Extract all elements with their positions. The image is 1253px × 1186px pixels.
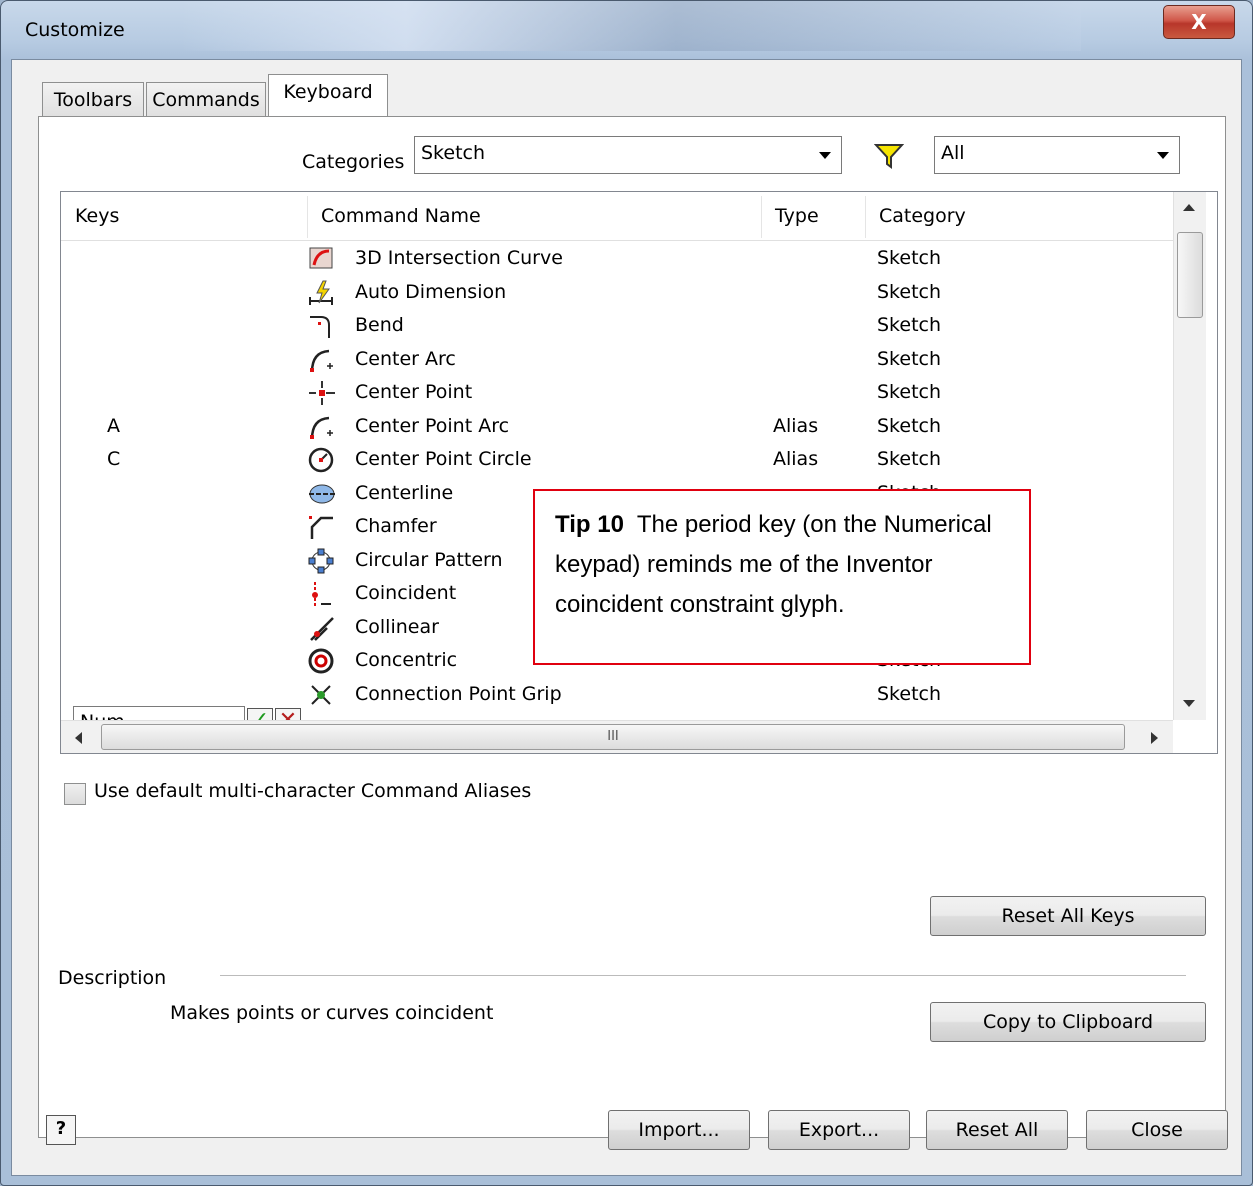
column-header-category[interactable]: Category	[879, 205, 966, 227]
vertical-scroll-thumb[interactable]	[1177, 232, 1203, 318]
copy-to-clipboard-button[interactable]: Copy to Clipboard	[930, 1002, 1206, 1042]
title-glass	[181, 1, 1081, 51]
scroll-left-icon[interactable]	[75, 732, 82, 744]
row-category: Sketch	[877, 414, 942, 437]
tab-keyboard[interactable]: Keyboard	[268, 74, 388, 116]
row-command-name: Coincident	[355, 582, 457, 604]
row-type: Alias	[773, 448, 819, 470]
description-divider	[220, 975, 1186, 976]
row-category: Sketch	[877, 247, 942, 269]
bend-icon	[310, 316, 330, 338]
table-row[interactable]: Auto Dimension Sketch	[61, 277, 1173, 310]
chevron-down-icon	[819, 152, 831, 159]
export-button[interactable]: Export...	[768, 1110, 910, 1150]
table-row[interactable]: C Center Point Circle Alias Sketch	[61, 444, 1173, 477]
row-category: Sketch	[877, 280, 942, 303]
row-command-name: Center Point	[355, 381, 473, 403]
list-header: Keys Command Name Type Category	[61, 192, 1173, 241]
funnel-icon	[874, 144, 904, 169]
table-row[interactable]: Center Arc Sketch	[61, 344, 1173, 377]
row-key: A	[107, 414, 120, 437]
table-row[interactable]: A Center Point Arc Alias Sketch	[61, 411, 1173, 444]
center-point-circle-icon	[308, 447, 334, 473]
row-key: C	[107, 448, 121, 470]
center-point-arc-icon	[310, 416, 333, 439]
centerline-icon	[309, 484, 335, 503]
column-header-command[interactable]: Command Name	[321, 205, 481, 227]
collinear-icon	[310, 616, 334, 641]
categories-dropdown[interactable]: Sketch	[414, 136, 842, 174]
table-row[interactable]: Bend Sketch	[61, 310, 1173, 343]
description-label: Description	[58, 967, 167, 989]
tab-toolbars[interactable]: Toolbars	[42, 82, 144, 116]
row-command-name: Collinear	[355, 615, 439, 638]
close-window-button[interactable]: X	[1163, 5, 1235, 39]
categories-label: Categories	[302, 151, 405, 173]
categories-value: Sketch	[421, 142, 486, 164]
center-arc-icon	[310, 349, 333, 372]
auto-dimension-icon	[309, 280, 333, 305]
type-filter-value: All	[941, 142, 965, 164]
concentric-icon	[308, 648, 334, 674]
row-category: Sketch	[877, 381, 942, 403]
multi-char-aliases-label: Use default multi-character Command Alia…	[94, 780, 532, 802]
row-command-name: Connection Point Grip	[355, 682, 562, 705]
row-category: Sketch	[877, 314, 942, 336]
chevron-down-icon	[1157, 152, 1169, 159]
tab-commands[interactable]: Commands	[146, 82, 266, 116]
description-text: Makes points or curves coincident	[170, 1002, 494, 1024]
row-command-name: Auto Dimension	[355, 280, 507, 303]
circular-pattern-icon	[308, 548, 334, 573]
title-bar[interactable]: Customize X	[1, 1, 1252, 63]
row-category: Sketch	[877, 682, 942, 705]
3d-intersection-curve-icon	[309, 247, 333, 269]
row-category: Sketch	[877, 448, 942, 470]
row-command-name: Concentric	[355, 649, 458, 671]
reset-all-keys-button[interactable]: Reset All Keys	[930, 896, 1206, 936]
row-command-name: Bend	[355, 314, 404, 336]
chamfer-icon	[309, 516, 333, 539]
connection-point-grip-icon	[311, 684, 331, 705]
center-point-icon	[309, 381, 335, 405]
table-row[interactable]: 3D Intersection Curve Sketch	[61, 243, 1173, 276]
row-command-name: Centerline	[355, 481, 454, 504]
row-command-name: Center Point Circle	[355, 448, 532, 470]
tip-callout: Tip 10 The period key (on the Numerical …	[533, 489, 1031, 665]
window-title: Customize	[25, 19, 125, 41]
coincident-icon	[312, 582, 331, 608]
scroll-up-icon[interactable]	[1183, 204, 1195, 211]
multi-char-aliases-checkbox[interactable]	[64, 783, 86, 805]
type-filter-dropdown[interactable]: All	[934, 136, 1180, 174]
row-command-name: 3D Intersection Curve	[355, 247, 563, 269]
horizontal-scroll-thumb[interactable]: III	[101, 724, 1125, 750]
customize-window: Customize X Toolbars Commands Keyboard C…	[0, 0, 1253, 1186]
scroll-right-icon[interactable]	[1151, 732, 1158, 744]
help-icon[interactable]: ?	[46, 1115, 76, 1145]
row-command-name: Circular Pattern	[355, 548, 503, 571]
column-header-keys[interactable]: Keys	[75, 205, 119, 227]
scroll-down-icon[interactable]	[1183, 700, 1195, 707]
commands-list[interactable]: Keys Command Name Type Category 3D Inter…	[60, 191, 1218, 754]
import-button[interactable]: Import...	[608, 1110, 750, 1150]
table-row[interactable]: Center Point Sketch	[61, 377, 1173, 410]
row-command-name: Center Arc	[355, 347, 456, 370]
vertical-scrollbar[interactable]	[1173, 192, 1206, 720]
column-header-type[interactable]: Type	[775, 205, 819, 227]
horizontal-scrollbar[interactable]: III	[61, 720, 1173, 753]
row-category: Sketch	[877, 347, 942, 370]
row-type: Alias	[773, 414, 819, 437]
tip-title: Tip 10	[555, 511, 624, 538]
close-button[interactable]: Close	[1086, 1110, 1228, 1150]
reset-all-button[interactable]: Reset All	[926, 1110, 1068, 1150]
row-command-name: Center Point Arc	[355, 414, 510, 437]
row-command-name: Chamfer	[355, 515, 437, 537]
